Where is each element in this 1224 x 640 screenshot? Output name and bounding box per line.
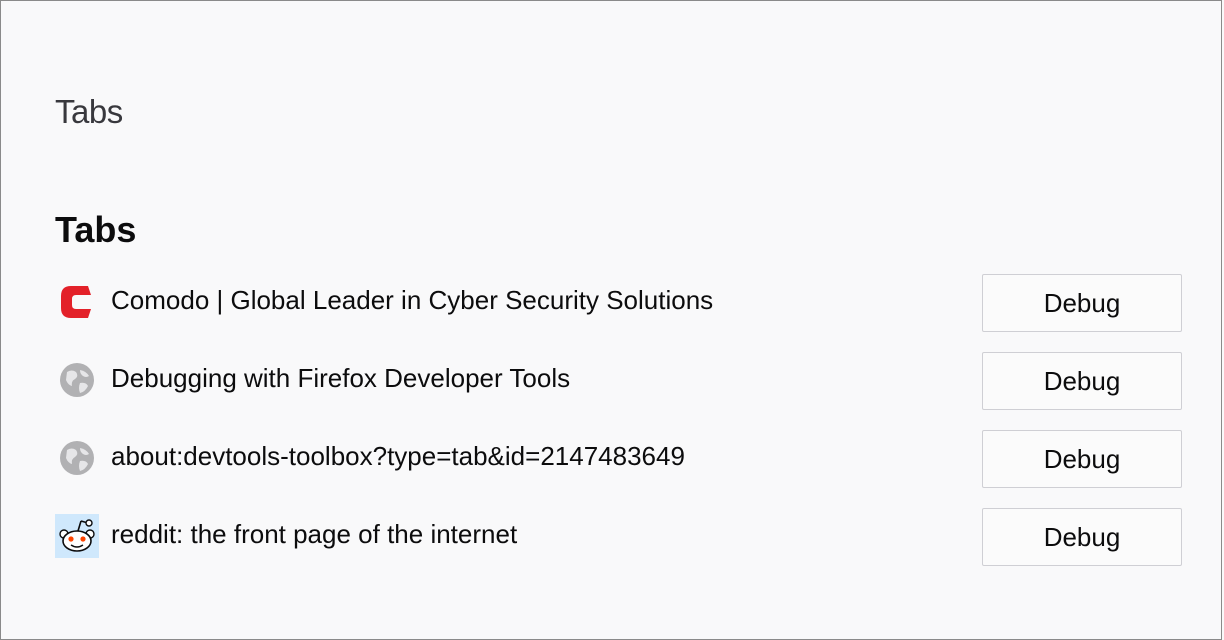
globe-icon	[55, 358, 99, 402]
tab-title: Comodo | Global Leader in Cyber Security…	[111, 285, 714, 315]
about-debugging-panel: Tabs Tabs Comodo | Global Leader in Cybe…	[0, 0, 1222, 640]
tab-list: Comodo | Global Leader in Cyber Security…	[55, 271, 1185, 583]
debug-button[interactable]: Debug	[982, 430, 1182, 488]
tab-title: reddit: the front page of the internet	[111, 519, 518, 549]
tab-title: Debugging with Firefox Developer Tools	[111, 363, 571, 393]
tab-row: about:devtools-toolbox?type=tab&id=21474…	[55, 427, 1185, 505]
reddit-alien-icon	[55, 514, 99, 558]
debug-button[interactable]: Debug	[982, 508, 1182, 566]
tab-row: Debugging with Firefox Developer Tools D…	[55, 349, 1185, 427]
debug-button[interactable]: Debug	[982, 352, 1182, 410]
page-title: Tabs	[55, 93, 123, 130]
globe-icon	[55, 436, 99, 480]
debug-button[interactable]: Debug	[982, 274, 1182, 332]
tab-title: about:devtools-toolbox?type=tab&id=21474…	[111, 441, 685, 471]
tab-row: reddit: the front page of the internet D…	[55, 505, 1185, 583]
tab-row: Comodo | Global Leader in Cyber Security…	[55, 271, 1185, 349]
tabs-section-heading: Tabs	[55, 209, 137, 250]
comodo-logo-icon	[55, 280, 99, 324]
